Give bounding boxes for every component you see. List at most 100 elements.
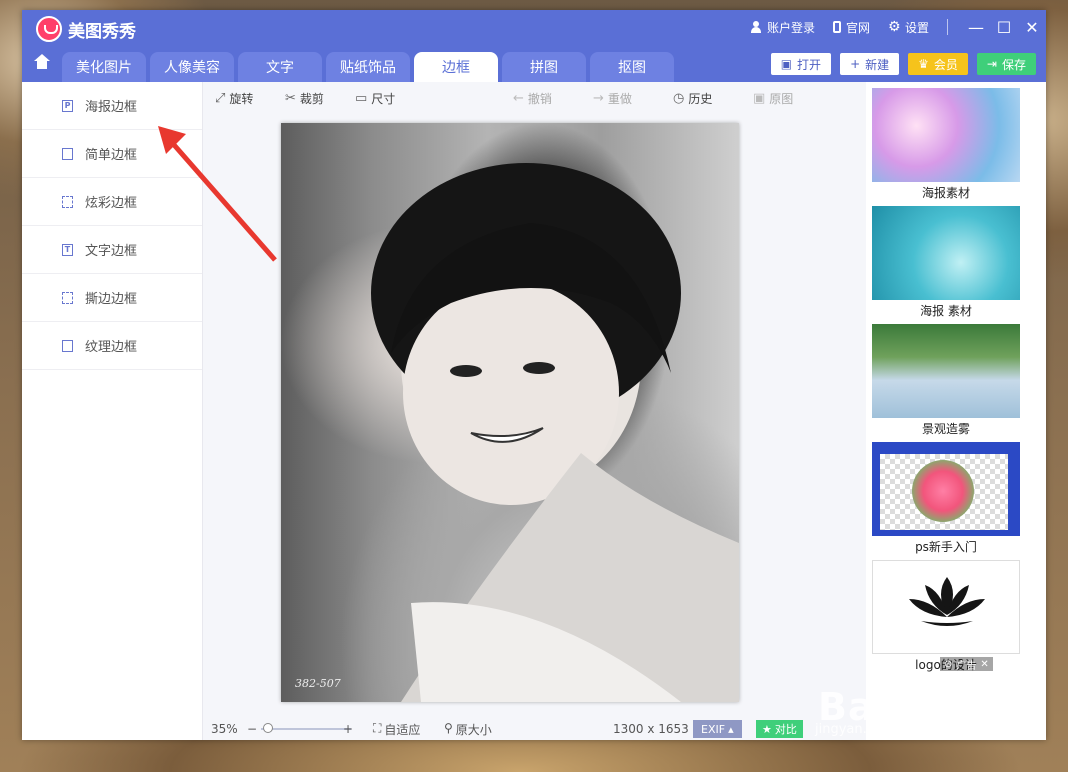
edit-toolbar: ⤢ 旋转 ✂ 裁剪 ▭ 尺寸 ← 撤销 → 重做 ◷ 历史 ▣ 原图 — [203, 82, 866, 112]
clock-icon: ◷ — [673, 91, 685, 106]
exif-label: EXIF — [701, 722, 726, 736]
tab-beautify[interactable]: 美化图片 — [62, 52, 146, 82]
original-label: 原图 — [769, 92, 794, 106]
sidebar-item-label: 简单边框 — [85, 148, 138, 163]
tab-stickers[interactable]: 贴纸饰品 — [326, 52, 410, 82]
crown-icon: ♛ — [918, 57, 929, 71]
undo-label: 撤销 — [527, 92, 552, 106]
rotate-icon: ⤢ — [215, 91, 226, 106]
image-dimensions: 1300 x 1653 — [613, 722, 689, 736]
sidebar-item-label: 炫彩边框 — [85, 196, 138, 211]
sidebar-item-texture-frame[interactable]: 纹理边框 — [22, 322, 202, 370]
texture-frame-icon — [62, 339, 73, 352]
sidebar-item-torn-frame[interactable]: 撕边边框 — [22, 274, 202, 322]
material-thumbnail — [872, 324, 1020, 418]
scissors-icon: ✂ — [285, 91, 296, 106]
poster-frame-icon: P — [62, 99, 73, 112]
size-label: 尺寸 — [371, 92, 396, 106]
resize-icon: ▭ — [355, 91, 368, 106]
maximize-button[interactable]: ☐ — [990, 18, 1018, 37]
zoom-slider-knob[interactable] — [263, 723, 273, 733]
app-title: 美图秀秀 — [68, 22, 136, 42]
zoom-in-button[interactable]: + — [343, 722, 353, 736]
zoom-level: 35% — [211, 722, 238, 736]
actual-size-button[interactable]: ⚲ 原大小 — [444, 721, 492, 738]
settings-link[interactable]: ⚙ 设置 — [888, 19, 929, 36]
material-item[interactable]: 海报 素材 — [872, 206, 1020, 319]
material-label: ps新手入门 — [915, 540, 977, 554]
rotate-button[interactable]: ⤢ 旋转 — [215, 90, 253, 107]
material-item[interactable]: ps新手入门 — [872, 442, 1020, 555]
app-logo-icon — [36, 16, 62, 42]
login-link[interactable]: 账户登录 — [750, 19, 815, 36]
title-bar: 美图秀秀 账户登录 官网 ⚙ 设置 — ☐ ✕ 美化图片 人像美容 文字 贴纸饰… — [22, 10, 1046, 82]
lotus-logo-icon — [909, 577, 985, 626]
image-icon: ▣ — [780, 57, 793, 71]
text-frame-icon: T — [62, 243, 73, 256]
exif-button[interactable]: EXIF ▴ — [693, 720, 742, 738]
gear-icon: ⚙ — [887, 19, 901, 35]
size-button[interactable]: ▭ 尺寸 — [355, 90, 395, 107]
checkerboard-canvas — [880, 454, 1008, 530]
original-button[interactable]: ▣ 原图 — [753, 90, 793, 107]
undo-icon: ← — [513, 91, 524, 106]
sidebar-item-label: 文字边框 — [85, 244, 138, 259]
website-link[interactable]: 官网 — [832, 19, 870, 36]
material-item[interactable]: 景观造雾 — [872, 324, 1020, 437]
colorful-frame-icon — [62, 195, 73, 208]
sidebar-item-label: 撕边边框 — [85, 292, 138, 307]
magnifier-icon: ⚲ — [444, 720, 453, 735]
redo-label: 重做 — [607, 92, 632, 106]
tab-frames[interactable]: 边框 — [414, 52, 498, 82]
rose-image — [912, 460, 974, 522]
undo-button[interactable]: ← 撤销 — [513, 90, 552, 107]
fit-button[interactable]: ⛶ 自适应 — [373, 721, 420, 738]
fit-label: 自适应 — [384, 722, 421, 737]
photo-canvas[interactable]: 382-507 — [281, 123, 739, 702]
home-icon — [34, 54, 50, 72]
ad-label: 广告 — [956, 660, 977, 672]
material-panel: 海报素材 海报 素材 景观造雾 ps新手入门 logo的设计 — [866, 82, 1046, 740]
main-tabs: 美化图片 人像美容 文字 贴纸饰品 边框 拼图 抠图 — [22, 50, 678, 82]
redo-button[interactable]: → 重做 — [593, 90, 632, 107]
material-label: 景观造雾 — [921, 422, 970, 436]
export-icon: ⇥ — [986, 57, 997, 71]
close-button[interactable]: ✕ — [1018, 18, 1046, 37]
fit-icon: ⛶ — [373, 720, 382, 735]
torn-frame-icon — [62, 291, 73, 304]
home-button[interactable] — [22, 50, 62, 82]
save-button[interactable]: ⇥ 保存 — [976, 53, 1036, 75]
zoom-slider[interactable] — [261, 728, 351, 730]
ad-tag[interactable]: ⊙ 广告 ✕ — [940, 657, 993, 672]
new-button[interactable]: + 新建 — [840, 53, 900, 75]
tab-text[interactable]: 文字 — [238, 52, 322, 82]
annotation-arrow — [158, 126, 277, 262]
user-icon — [750, 21, 762, 33]
save-label: 保存 — [1001, 57, 1026, 72]
compare-icon: ★ — [762, 722, 772, 736]
redo-icon: → — [593, 91, 604, 106]
plus-icon: + — [850, 57, 861, 71]
settings-label: 设置 — [904, 20, 929, 35]
material-thumbnail — [872, 206, 1020, 300]
compare-button[interactable]: ★ 对比 — [756, 720, 803, 738]
tab-cutout[interactable]: 抠图 — [590, 52, 674, 82]
crop-label: 裁剪 — [299, 92, 324, 106]
zoom-out-button[interactable]: − — [247, 722, 257, 736]
vip-button[interactable]: ♛ 会员 — [908, 53, 968, 75]
crop-button[interactable]: ✂ 裁剪 — [285, 90, 324, 107]
tab-collage[interactable]: 拼图 — [502, 52, 586, 82]
phone-icon — [832, 21, 841, 33]
open-button[interactable]: ▣ 打开 — [770, 53, 832, 75]
caret-up-icon: ▴ — [728, 722, 734, 736]
history-button[interactable]: ◷ 历史 — [673, 90, 712, 107]
material-thumbnail — [872, 88, 1020, 182]
sidebar-item-label: 海报边框 — [85, 100, 138, 115]
actual-size-label: 原大小 — [455, 722, 492, 737]
tab-portrait[interactable]: 人像美容 — [150, 52, 234, 82]
divider — [947, 19, 948, 35]
close-icon[interactable]: ✕ — [980, 659, 988, 670]
editor-workarea: ⤢ 旋转 ✂ 裁剪 ▭ 尺寸 ← 撤销 → 重做 ◷ 历史 ▣ 原图 382-5… — [203, 82, 866, 740]
material-item[interactable]: 海报素材 — [872, 88, 1020, 201]
minimize-button[interactable]: — — [962, 18, 990, 37]
